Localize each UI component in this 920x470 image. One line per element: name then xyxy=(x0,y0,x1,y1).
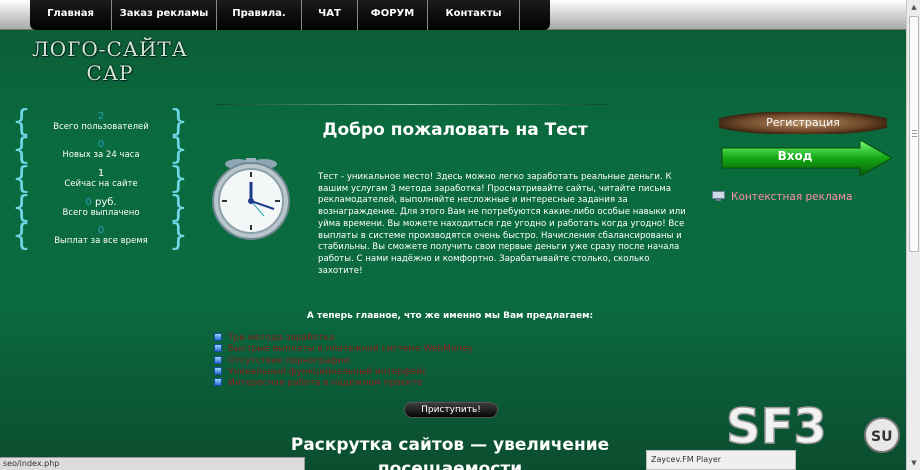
radio-player[interactable]: Zaycev.FM Player xyxy=(646,450,796,470)
context-ad-label: Контекстная реклама xyxy=(731,191,853,203)
main-nav: Главная Заказ рекламы Правила. ЧАТ ФОРУМ… xyxy=(30,0,550,30)
scroll-down-icon[interactable]: ▼ xyxy=(907,456,920,470)
stat-total-users: { } 2 Всего пользователей xyxy=(12,105,190,139)
vertical-scrollbar[interactable]: ▲ ▼ xyxy=(906,0,920,470)
stat-label: Всего выплачено xyxy=(62,208,140,218)
site-logo[interactable]: ЛОГО-САЙТА САР xyxy=(20,37,200,85)
intro-text: Тест - уникальное место! Здесь можно лег… xyxy=(318,172,686,276)
nav-forum[interactable]: ФОРУМ xyxy=(358,0,428,30)
logo-line-1: ЛОГО-САЙТА xyxy=(32,37,188,61)
top-bar: Главная Заказ рекламы Правила. ЧАТ ФОРУМ… xyxy=(0,0,906,30)
login-button[interactable]: Вход xyxy=(720,139,895,177)
stat-label: Сейчас на сайте xyxy=(64,179,138,189)
divider xyxy=(216,104,606,105)
feature-label: Быстрые выплаты в платежной системе WebM… xyxy=(228,344,473,355)
nav-order-ads[interactable]: Заказ рекламы xyxy=(112,0,217,30)
stat-label: Новых за 24 часа xyxy=(62,150,140,160)
scroll-thumb[interactable] xyxy=(909,16,919,252)
stat-online-now: { } 1 Сейчас на сайте xyxy=(12,162,190,196)
list-item[interactable]: Отсутствие порнографии xyxy=(214,355,473,367)
logo-line-2: САР xyxy=(86,61,134,85)
offer-heading: А теперь главное, что же именно мы Вам п… xyxy=(306,311,594,321)
status-url: seo/index.php xyxy=(3,459,60,468)
stat-label: Выплат за все время xyxy=(54,236,148,246)
stat-value: 1 xyxy=(97,168,105,179)
stat-value: 0 xyxy=(97,139,105,150)
status-bar: seo/index.php xyxy=(0,457,305,470)
bullet-icon xyxy=(214,355,222,364)
stat-new-24h: { } 0 Новых за 24 часа xyxy=(12,133,190,167)
stat-payouts-all-time: { } 0 Выплат за все время xyxy=(12,219,190,253)
stat-value-row: 0 руб. xyxy=(12,197,190,208)
list-item[interactable]: Три метода заработка xyxy=(214,333,473,344)
nav-rules[interactable]: Правила. xyxy=(217,0,302,30)
stat-label: Всего пользователей xyxy=(53,122,149,132)
nav-home[interactable]: Главная xyxy=(30,0,112,30)
list-item[interactable]: Уникальный функциональный интерфейс xyxy=(214,366,473,378)
section-title: Раскрутка сайтов — увеличение посещаемос… xyxy=(250,433,650,470)
list-item[interactable]: Быстрые выплаты в платежной системе WebM… xyxy=(214,344,473,355)
features-list: Три метода заработка Быстрые выплаты в п… xyxy=(214,333,473,389)
bullet-icon xyxy=(214,344,222,353)
stat-value: 0 xyxy=(97,225,105,236)
brace-left-icon: { xyxy=(12,218,32,253)
scroll-up-icon[interactable]: ▲ xyxy=(907,0,920,14)
list-item[interactable]: Интересная работа в надежном проекте xyxy=(214,378,473,389)
start-button[interactable]: Приступить! xyxy=(404,402,498,418)
nav-chat[interactable]: ЧАТ xyxy=(302,0,358,30)
watermark-text: SF3 xyxy=(726,399,827,455)
monitor-icon xyxy=(712,191,725,201)
watermark-badge: SU xyxy=(871,429,892,445)
section-title-line-2: посещаемости xyxy=(377,459,523,470)
section-title-line-1: Раскрутка сайтов — увеличение xyxy=(290,435,610,455)
bullet-icon xyxy=(214,333,222,341)
feature-label: Интересная работа в надежном проекте xyxy=(228,378,423,389)
bullet-icon xyxy=(214,366,222,375)
bullet-icon xyxy=(214,378,222,387)
feature-label: Три метода заработка xyxy=(228,333,335,343)
login-label: Вход xyxy=(777,149,813,163)
stat-value: 0 xyxy=(85,197,92,208)
stat-total-paid: { } 0 руб. Всего выплачено xyxy=(12,191,190,225)
context-ad-link[interactable]: Контекстная реклама xyxy=(712,191,852,203)
brace-right-icon: } xyxy=(168,218,188,253)
stat-unit: руб. xyxy=(94,197,117,208)
feature-label: Уникальный функциональный интерфейс xyxy=(228,366,428,377)
stat-value: 2 xyxy=(97,111,105,122)
nav-contacts[interactable]: Контакты xyxy=(428,0,520,30)
page-title: Добро пожаловать на Тест xyxy=(322,120,588,140)
alarm-clock-icon xyxy=(208,154,294,248)
player-label: Zaycev.FM Player xyxy=(651,455,722,464)
register-button[interactable]: Регистрация xyxy=(719,112,887,134)
feature-label: Отсутствие порнографии xyxy=(228,355,350,366)
